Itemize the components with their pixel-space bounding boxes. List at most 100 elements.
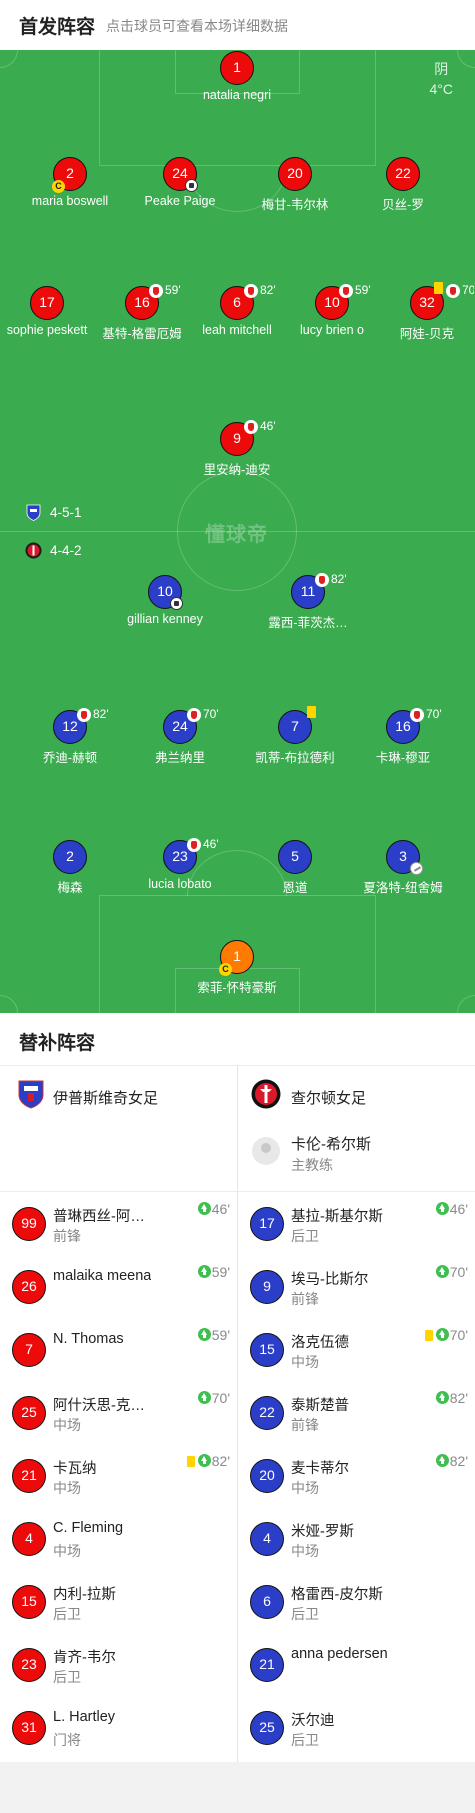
home-sub-row[interactable]: 25 阿什沃思-克… 中场 70' xyxy=(0,1381,237,1444)
sub-name: 沃尔迪 xyxy=(291,1713,335,1729)
sub-position: 中场 xyxy=(291,1480,319,1496)
away-sub-row[interactable]: 21 anna pedersen xyxy=(238,1633,475,1696)
player-number: 17 xyxy=(30,286,64,320)
away-sub-row[interactable]: 17 基拉-斯基尔斯 后卫 46' xyxy=(238,1192,475,1255)
sub-off-minute: 70' xyxy=(462,283,474,297)
sub-in-indicator: 46' xyxy=(197,1201,230,1217)
sub-in-indicator: 46' xyxy=(435,1201,468,1217)
sub-in-minute: 70' xyxy=(449,1327,468,1343)
sub-number: 9 xyxy=(250,1270,284,1304)
player-name: 阿娃-贝克 xyxy=(399,327,455,341)
sub-off-icon xyxy=(410,708,424,722)
player-blue-7[interactable]: 7 凯蒂-布拉德利 xyxy=(240,706,350,770)
home-sub-row[interactable]: 23 肯齐-韦尔 后卫 xyxy=(0,1633,237,1696)
home-sub-row[interactable]: 99 普琳西丝-阿… 前锋 46' xyxy=(0,1192,237,1255)
sub-off-minute: 70' xyxy=(426,707,442,721)
home-sub-row[interactable]: 7 N. Thomas 59' xyxy=(0,1318,237,1381)
player-name: 贝丝-罗 xyxy=(382,198,424,212)
home-sub-row[interactable]: 15 内利-拉斯 后卫 xyxy=(0,1570,237,1633)
player-blue-11[interactable]: 11 82' 露西-菲茨杰… xyxy=(253,572,363,635)
yellow-card-icon xyxy=(307,706,316,718)
player-blue-16[interactable]: 16 70' 卡琳-穆亚 xyxy=(348,707,458,770)
sub-position: 前锋 xyxy=(291,1291,319,1307)
sub-name: N. Thomas xyxy=(53,1331,124,1347)
sub-name: 麦卡蒂尔 xyxy=(291,1461,349,1477)
sub-in-icon xyxy=(197,1391,211,1404)
sub-in-minute: 82' xyxy=(211,1453,230,1469)
away-sub-row[interactable]: 20 麦卡蒂尔 中场 82' xyxy=(238,1444,475,1507)
player-red-22[interactable]: 22 贝丝-罗 xyxy=(348,157,458,217)
sub-in-minute: 70' xyxy=(449,1264,468,1280)
away-sub-row[interactable]: 15 洛克伍德 中场 70' xyxy=(238,1318,475,1381)
sub-in-icon xyxy=(435,1202,449,1215)
player-blue-12[interactable]: 12 82' 乔迪-赫顿 xyxy=(15,707,125,770)
sub-in-minute: 59' xyxy=(211,1264,230,1280)
player-name: 夏洛特-纽舍姆 xyxy=(363,881,443,895)
player-blue-5[interactable]: 5 恩道 xyxy=(240,840,350,900)
away-sub-row[interactable]: 25 沃尔迪 后卫 xyxy=(238,1696,475,1759)
sub-position: 中场 xyxy=(53,1480,81,1496)
sub-number: 21 xyxy=(12,1459,46,1493)
sub-position: 后卫 xyxy=(53,1606,81,1622)
sub-off-minute: 46' xyxy=(203,837,219,851)
sub-in-icon xyxy=(435,1328,449,1341)
player-red-9[interactable]: 9 46' 里安纳-迪安 xyxy=(182,419,292,482)
sub-number: 25 xyxy=(12,1396,46,1430)
player-blue-24[interactable]: 24 70' 弗兰纳里 xyxy=(125,707,235,770)
sub-in-icon xyxy=(435,1454,449,1467)
player-red-32[interactable]: 32 70' 阿娃-贝克 xyxy=(372,282,475,346)
player-red-24[interactable]: 24 Peake Paige xyxy=(125,157,235,217)
sub-in-indicator: 59' xyxy=(197,1264,230,1280)
away-sub-row[interactable]: 9 埃马-比斯尔 前锋 70' xyxy=(238,1255,475,1318)
match-lineup-screen: 首发阵容 点击球员可查看本场详细数据 懂球帝 阴 4°C 4-5-1 4-4-2… xyxy=(0,0,475,1813)
player-red-6[interactable]: 6 82' leah mitchell xyxy=(182,283,292,346)
sub-in-indicator: 70' xyxy=(197,1390,230,1406)
sub-off-icon xyxy=(244,284,258,298)
away-team-name: 查尔顿女足 xyxy=(291,1090,367,1107)
player-red-2[interactable]: 2 C maria boswell xyxy=(15,157,125,217)
player-blue-2[interactable]: 2 梅森 xyxy=(15,840,125,900)
sub-off-icon xyxy=(187,708,201,722)
sub-in-indicator: 82' xyxy=(186,1453,230,1469)
sub-position: 门将 xyxy=(53,1732,81,1748)
sub-in-indicator: 82' xyxy=(435,1453,468,1469)
lineup-title: 首发阵容 xyxy=(19,17,96,38)
away-sub-row[interactable]: 6 格雷西-皮尔斯 后卫 xyxy=(238,1570,475,1633)
sub-name: 基拉-斯基尔斯 xyxy=(291,1209,383,1225)
sub-number: 15 xyxy=(250,1333,284,1367)
player-number: 5 xyxy=(278,840,312,874)
sub-off-minute: 59' xyxy=(355,283,371,297)
player-blue-gk-1[interactable]: 1 C 索菲-怀特豪斯 xyxy=(182,940,292,1000)
sub-off-icon xyxy=(149,284,163,298)
sub-number: 7 xyxy=(12,1333,46,1367)
sub-off-icon xyxy=(446,284,460,298)
sub-off-minute: 82' xyxy=(331,572,347,586)
home-sub-row[interactable]: 21 卡瓦纳 中场 82' xyxy=(0,1444,237,1507)
home-sub-row[interactable]: 26 malaika meena 59' xyxy=(0,1255,237,1318)
sub-name: 卡瓦纳 xyxy=(53,1461,97,1477)
home-sub-row[interactable]: 4 C. Fleming 中场 xyxy=(0,1507,237,1570)
sub-number: 4 xyxy=(12,1522,46,1556)
player-blue-10[interactable]: 10 gillian kenney xyxy=(110,575,220,635)
sub-in-indicator: 82' xyxy=(435,1390,468,1406)
sub-position: 后卫 xyxy=(291,1606,319,1622)
weather-condition: 阴 xyxy=(434,61,449,77)
sub-off-icon xyxy=(77,708,91,722)
player-name: 卡琳-穆亚 xyxy=(375,751,431,765)
away-sub-row[interactable]: 22 泰斯楚普 前锋 82' xyxy=(238,1381,475,1444)
sub-position: 后卫 xyxy=(291,1732,319,1748)
sub-off-icon xyxy=(315,573,329,587)
player-red-20[interactable]: 20 梅甘-韦尔林 xyxy=(240,157,350,217)
weather-temperature: 4°C xyxy=(429,81,454,97)
player-blue-23[interactable]: 23 46' lucia lobato xyxy=(125,837,235,900)
sub-in-indicator: 70' xyxy=(435,1264,468,1280)
player-number: 2 xyxy=(53,840,87,874)
away-sub-row[interactable]: 4 米娅-罗斯 中场 xyxy=(238,1507,475,1570)
player-red-1[interactable]: 1 natalia negri xyxy=(182,51,292,111)
home-formation-label: 4-5-1 xyxy=(50,505,82,520)
home-sub-row[interactable]: 31 L. Hartley 门将 xyxy=(0,1696,237,1759)
sub-in-indicator: 59' xyxy=(197,1327,230,1343)
captain-icon: C xyxy=(219,963,232,976)
player-blue-3[interactable]: 3 夏洛特-纽舍姆 xyxy=(348,840,458,900)
player-red-16[interactable]: 16 59' 基特-格雷厄姆 xyxy=(87,283,197,346)
